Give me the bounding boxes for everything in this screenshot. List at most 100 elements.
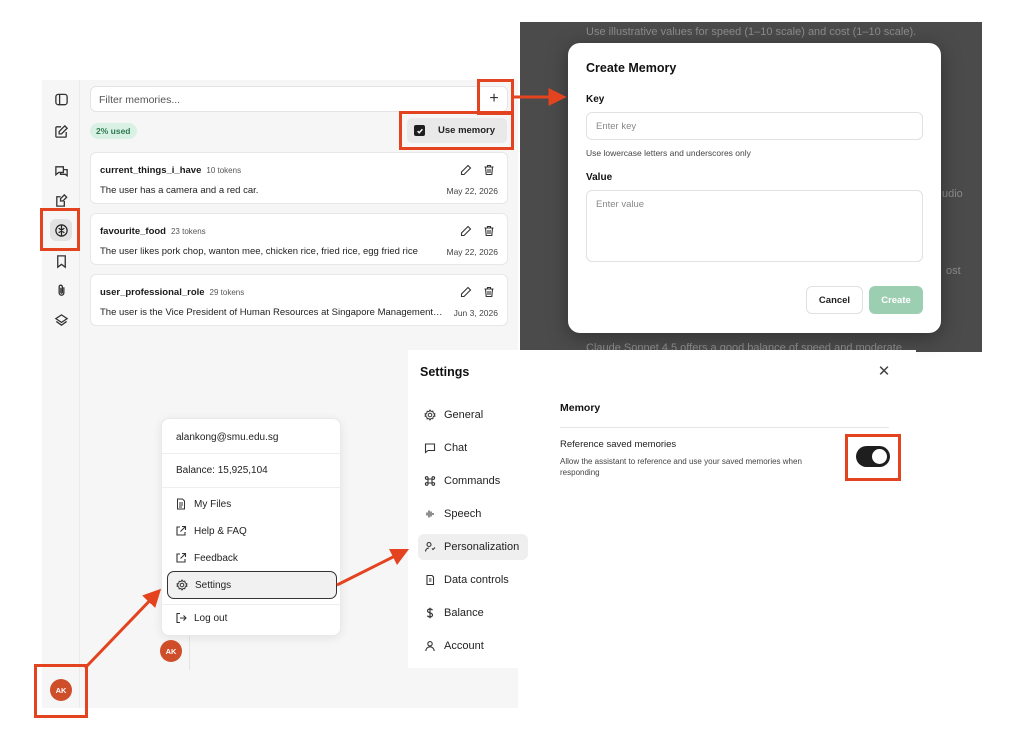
memory-value: The user is the Vice President of Human … xyxy=(100,307,445,318)
trash-icon[interactable] xyxy=(482,285,496,299)
avatar[interactable]: AK xyxy=(160,640,182,662)
menu-item-log-out[interactable]: Log out xyxy=(167,606,337,630)
checkbox-icon[interactable] xyxy=(414,125,425,136)
personalization-icon xyxy=(424,541,436,552)
key-input[interactable] xyxy=(586,112,923,140)
dialog-title: Create Memory xyxy=(586,61,677,75)
menu-item-feedback[interactable]: Feedback xyxy=(167,546,337,570)
key-label: Key xyxy=(586,94,605,105)
user-email: alankong@smu.edu.sg xyxy=(176,432,279,443)
close-icon[interactable]: ✕ xyxy=(876,363,892,380)
plus-icon: + xyxy=(489,90,499,107)
settings-title: Settings xyxy=(420,365,470,379)
memory-card[interactable]: current_things_i_have 10 tokens The user … xyxy=(90,152,508,204)
file-icon xyxy=(177,498,185,510)
settings-nav-balance[interactable]: Balance xyxy=(418,600,528,626)
chats-icon[interactable] xyxy=(50,160,72,182)
edit-icon[interactable] xyxy=(459,163,473,177)
edit-icon[interactable] xyxy=(459,285,473,299)
key-hint: Use lowercase letters and underscores on… xyxy=(586,148,751,158)
nav-label: Commands xyxy=(444,475,501,487)
menu-item-label: Settings xyxy=(195,579,232,591)
filter-memories-input[interactable] xyxy=(99,91,459,108)
memory-date: May 22, 2026 xyxy=(446,247,498,257)
value-input[interactable] xyxy=(586,190,923,262)
memory-value: The user has a camera and a red car. xyxy=(100,185,259,196)
user-icon xyxy=(425,641,435,652)
settings-nav-personalization[interactable]: Personalization xyxy=(418,534,528,560)
reference-memories-description: Allow the assistant to reference and use… xyxy=(560,457,802,477)
edit-icon[interactable] xyxy=(459,224,473,238)
dollar-icon xyxy=(426,607,434,619)
external-link-icon xyxy=(176,525,187,536)
background-chat-text: Use illustrative values for speed (1–10 … xyxy=(586,26,917,38)
reference-memories-toggle[interactable] xyxy=(856,446,890,467)
memory-key: current_things_i_have xyxy=(100,165,202,176)
settings-nav-speech[interactable]: Speech xyxy=(418,501,528,527)
nav-label: Speech xyxy=(444,508,482,520)
nav-label: General xyxy=(444,409,484,421)
trash-icon[interactable] xyxy=(482,224,496,238)
divider xyxy=(162,453,340,454)
use-memory-toggle[interactable]: Use memory xyxy=(407,118,507,143)
divider xyxy=(162,604,340,605)
settings-dialog: Settings ✕ General Chat Commands Speech … xyxy=(408,350,916,668)
data-icon xyxy=(426,574,435,586)
memory-key: user_professional_role xyxy=(100,287,205,298)
background-chat-text: udio xyxy=(942,188,963,200)
reference-memories-label: Reference saved memories xyxy=(560,439,677,450)
divider xyxy=(560,427,889,428)
memory-card[interactable]: favourite_food 23 tokens The user likes p… xyxy=(90,213,508,265)
nav-label: Balance xyxy=(444,607,484,619)
bookmark-icon[interactable] xyxy=(50,250,72,272)
menu-item-settings[interactable]: Settings xyxy=(167,571,337,599)
cancel-button[interactable]: Cancel xyxy=(806,286,863,314)
gear-icon xyxy=(176,579,188,591)
chat-icon xyxy=(424,443,436,454)
prompts-icon[interactable] xyxy=(50,189,72,211)
settings-nav-chat[interactable]: Chat xyxy=(418,435,528,461)
menu-item-label: Log out xyxy=(194,612,228,624)
memory-date: Jun 3, 2026 xyxy=(453,308,498,318)
nav-label: Account xyxy=(444,640,484,652)
nav-label: Personalization xyxy=(444,541,520,553)
memory-tokens: 23 tokens xyxy=(170,227,206,236)
settings-nav-data-controls[interactable]: Data controls xyxy=(418,567,528,593)
layers-icon[interactable] xyxy=(50,309,72,331)
trash-icon[interactable] xyxy=(482,163,496,177)
create-button[interactable]: Create xyxy=(869,286,923,314)
gear-icon xyxy=(424,409,436,421)
new-chat-icon[interactable] xyxy=(50,120,72,142)
attachment-icon[interactable] xyxy=(50,279,72,301)
memory-tokens: 29 tokens xyxy=(209,288,245,297)
menu-item-label: Feedback xyxy=(194,552,238,564)
memory-tokens: 10 tokens xyxy=(206,166,242,175)
settings-nav-general[interactable]: General xyxy=(418,402,528,428)
memory-section-title: Memory xyxy=(560,402,601,414)
settings-nav-account[interactable]: Account xyxy=(418,633,528,659)
menu-item-my-files[interactable]: My Files xyxy=(167,492,337,516)
user-balance: Balance: 15,925,104 xyxy=(176,465,268,476)
memory-date: May 22, 2026 xyxy=(446,186,498,196)
sidebar-toggle-icon[interactable] xyxy=(50,88,72,110)
avatar[interactable]: AK xyxy=(50,679,72,701)
use-memory-label: Use memory xyxy=(438,125,496,136)
audio-wave-icon xyxy=(426,510,434,518)
command-icon xyxy=(424,476,436,486)
settings-nav-commands[interactable]: Commands xyxy=(418,468,528,494)
usage-badge: 2% used xyxy=(90,123,137,139)
memory-card[interactable]: user_professional_role 29 tokens The user… xyxy=(90,274,508,326)
create-memory-dialog: Create Memory Key Use lowercase letters … xyxy=(568,43,941,333)
user-menu: alankong@smu.edu.sg Balance: 15,925,104 … xyxy=(161,418,341,636)
memory-icon[interactable] xyxy=(50,219,72,241)
value-label: Value xyxy=(586,172,613,183)
menu-item-label: My Files xyxy=(194,498,232,510)
add-memory-button[interactable]: + xyxy=(482,88,506,110)
nav-label: Data controls xyxy=(444,574,509,586)
menu-item-help-faq[interactable]: Help & FAQ xyxy=(167,519,337,543)
menu-item-label: Help & FAQ xyxy=(194,525,247,537)
background-chat-text: ost xyxy=(946,265,961,277)
external-link-icon xyxy=(176,552,187,563)
filter-memories-field[interactable] xyxy=(90,86,508,112)
memory-value: The user likes pork chop, wanton mee, ch… xyxy=(100,246,418,257)
